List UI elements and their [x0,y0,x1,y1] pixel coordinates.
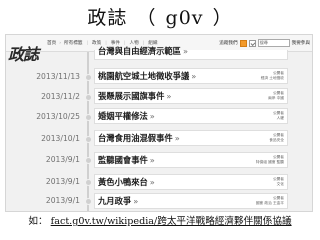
timeline-date: 2013/11/2 [41,92,80,101]
timeline-card[interactable]: 張懸展示國旗事件» 公開者 兩岸 中國 [94,88,288,104]
timeline-card-meta: 公開者 經濟 土地徵收 [260,71,284,80]
nav-separator: › [59,40,62,46]
chevron-right-icon: » [149,155,155,165]
timeline-card[interactable]: 台灣食用油混假事件» 公開者 食品安全 [94,130,288,146]
mail-icon[interactable] [248,39,256,47]
timeline-card-title: 張懸展示國旗事件» [98,91,172,101]
nav-home[interactable]: 首頁 [46,40,57,46]
timeline-card[interactable]: 婚姻平權修法» 公開者 人權 [94,108,288,124]
timeline-dot [85,94,92,101]
timeline-dot [85,136,92,143]
title-open-paren: （ [136,7,157,29]
timeline-date: 2013/9/1 [45,196,80,205]
timeline-dot [85,198,92,205]
follow-label: 追蹤我們 [219,41,238,46]
timeline-date: 2013/10/1 [41,134,80,143]
timeline-dot [85,157,92,164]
timeline-dot [85,74,92,81]
timeline-card-meta: 公開者 人權 [272,111,284,120]
timeline-date: 2013/9/1 [45,155,80,164]
timeline-date: 2013/10/25 [36,112,80,121]
chevron-right-icon: » [174,133,180,143]
timeline-card-title: 監聽國會事件» [98,155,155,165]
chevron-right-icon: » [182,46,189,56]
nav-divider: | [86,40,88,46]
timeline-card-title: 黃色小鴨來台» [98,177,155,187]
nav-all-tags[interactable]: 所有標籤 [63,40,83,46]
timeline-card-meta: 公開者 特偵組 國會 監聽 [255,155,284,164]
rss-icon[interactable] [239,39,247,47]
chevron-right-icon: » [191,71,197,81]
timeline-card[interactable]: 九月政爭» 公開者 國會 政治 王金平 [94,193,288,209]
timeline-card-title: 台灣與自由經濟示範區» [98,46,189,56]
chevron-right-icon: » [133,196,139,206]
timeline-date: 2013/9/1 [45,177,80,186]
slide-title: 政誌 （ g0v ） [0,4,320,32]
caption-link[interactable]: fact.g0v.tw/wikipedia/跨太平洋戰略經濟夥伴關係協議 [51,216,292,227]
login-link[interactable]: 我要參與 [292,40,310,46]
title-main: 政誌 [87,7,128,29]
chevron-right-icon: » [166,91,172,101]
caption-prefix: 如： [28,216,48,227]
timeline-date: 2013/11/13 [36,72,80,81]
title-g0v: g0v [165,7,204,29]
timeline-card-meta: 公開者 文化 [272,177,284,186]
title-close-paren: ） [212,7,233,29]
timeline-card[interactable]: 黃色小鴨來台» 公開者 文化 [94,174,288,190]
timeline-dot [85,114,92,121]
site-logo[interactable]: 政誌 [8,38,44,72]
chevron-right-icon: » [149,111,155,121]
timeline-card-title: 桃園航空城土地徵收爭議» [98,71,197,81]
timeline-card-partial[interactable]: 台灣與自由經濟示範區» [94,46,288,60]
slide-caption: 如： fact.g0v.tw/wikipedia/跨太平洋戰略經濟夥伴關係協議 [0,213,320,229]
timeline-dot [85,179,92,186]
timeline-card-meta: 公開者 食品安全 [269,133,284,142]
chevron-right-icon: » [149,177,155,187]
timeline-card[interactable]: 監聽國會事件» 公開者 特偵組 國會 監聽 [94,152,288,168]
website-screenshot: 首頁 › 所有標籤 | 政策 | 事件 | 人物 | 組織 追蹤我們 搜尋 我要… [5,34,313,212]
top-right-tools: 追蹤我們 搜尋 我要參與 [219,35,310,51]
timeline-card-title: 九月政爭» [98,196,139,206]
timeline-card-title: 台灣食用油混假事件» [98,133,180,143]
timeline-card[interactable]: 桃園航空城土地徵收爭議» 公開者 經濟 土地徵收 [94,68,288,84]
timeline-card-title: 婚姻平權修法» [98,111,155,121]
search-input[interactable]: 搜尋 [257,39,290,47]
timeline-card-meta: 公開者 兩岸 中國 [268,91,284,100]
timeline-card-meta: 公開者 國會 政治 王金平 [255,196,284,205]
